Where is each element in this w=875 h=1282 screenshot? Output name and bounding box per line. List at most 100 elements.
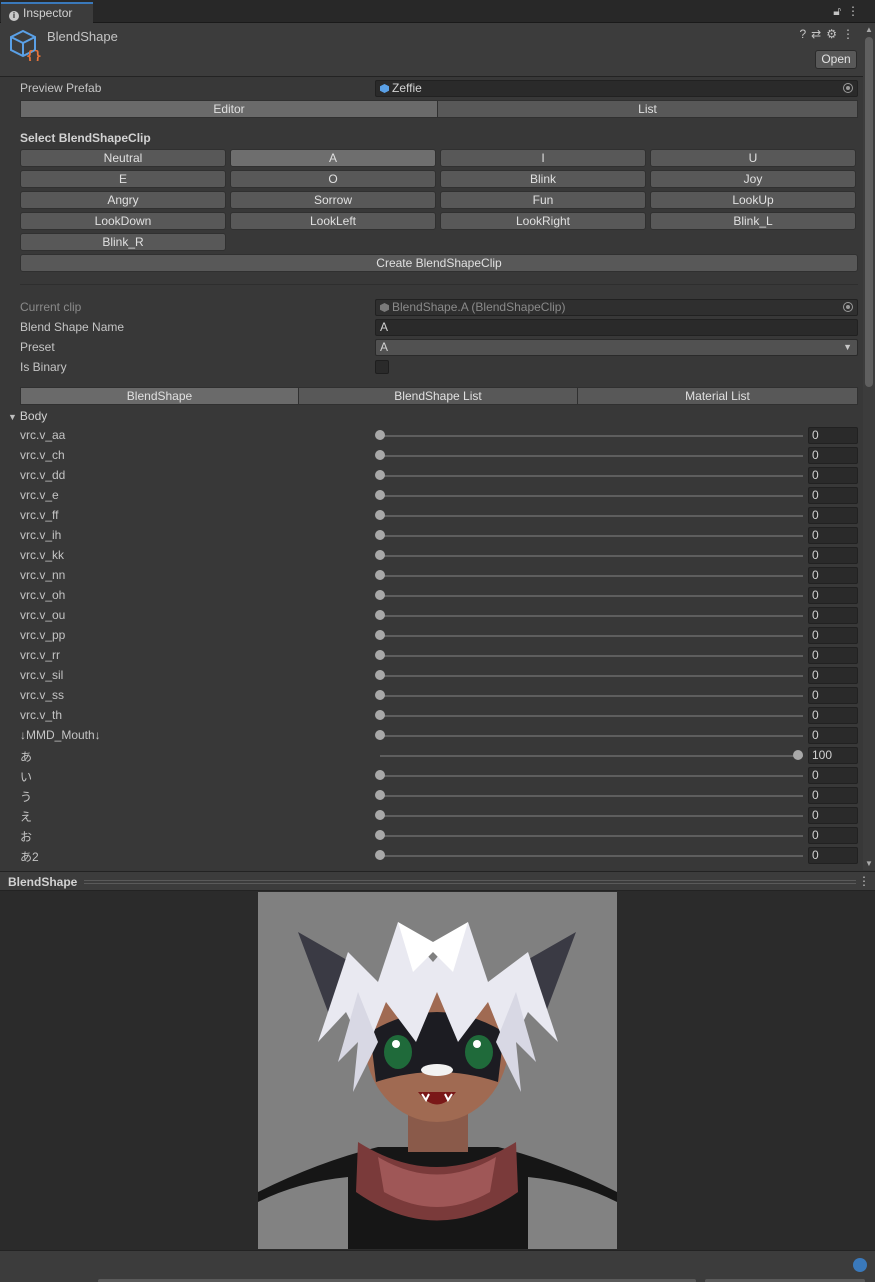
slider-knob[interactable] <box>375 830 385 840</box>
help-icon[interactable]: ? <box>799 27 811 41</box>
avatar-preview-image[interactable] <box>258 892 617 1249</box>
slider-knob[interactable] <box>375 610 385 620</box>
blendshape-value-input[interactable]: 0 <box>808 587 858 604</box>
kebab-menu-icon[interactable]: ⋮ <box>842 27 859 41</box>
slider-track[interactable] <box>380 435 803 437</box>
slider-track[interactable] <box>380 715 803 717</box>
slider-knob[interactable] <box>375 530 385 540</box>
clip-button-blink-r[interactable]: Blink_R <box>20 233 226 251</box>
blendshape-value-input[interactable]: 0 <box>808 627 858 644</box>
slider-track[interactable] <box>380 695 803 697</box>
tab-list[interactable]: List <box>437 100 858 118</box>
blendshape-value-input[interactable]: 0 <box>808 567 858 584</box>
slider-knob[interactable] <box>375 810 385 820</box>
scroll-thumb[interactable] <box>865 37 873 387</box>
tab-material-list[interactable]: Material List <box>577 387 858 405</box>
slider-knob[interactable] <box>375 450 385 460</box>
clip-button-lookup[interactable]: LookUp <box>650 191 856 209</box>
slider-knob[interactable] <box>375 430 385 440</box>
scroll-up-arrow-icon[interactable]: ▲ <box>865 25 873 34</box>
scroll-down-arrow-icon[interactable]: ▼ <box>865 859 873 868</box>
clip-button-o[interactable]: O <box>230 170 436 188</box>
slider-track[interactable] <box>380 595 803 597</box>
tab-blendshape-list[interactable]: BlendShape List <box>298 387 578 405</box>
slider-track[interactable] <box>380 575 803 577</box>
clip-button-i[interactable]: I <box>440 149 646 167</box>
asset-label-icon[interactable] <box>853 1258 867 1272</box>
preview-prefab-field[interactable]: Zeffie <box>375 80 858 97</box>
slider-track[interactable] <box>380 655 803 657</box>
blendshape-value-input[interactable]: 100 <box>808 747 858 764</box>
slider-knob[interactable] <box>793 750 803 760</box>
blendshape-value-input[interactable]: 0 <box>808 687 858 704</box>
blendshape-value-input[interactable]: 0 <box>808 827 858 844</box>
slider-track[interactable] <box>380 735 803 737</box>
tab-blendshape[interactable]: BlendShape <box>20 387 299 405</box>
blendshape-value-input[interactable]: 0 <box>808 507 858 524</box>
blendshape-value-input[interactable]: 0 <box>808 707 858 724</box>
slider-knob[interactable] <box>375 590 385 600</box>
slider-track[interactable] <box>380 795 803 797</box>
gear-icon[interactable]: ⚙ <box>826 27 842 41</box>
slider-knob[interactable] <box>375 550 385 560</box>
clip-button-lookleft[interactable]: LookLeft <box>230 212 436 230</box>
tab-inspector[interactable]: i Inspector <box>1 2 93 23</box>
slider-knob[interactable] <box>375 790 385 800</box>
slider-track[interactable] <box>380 515 803 517</box>
create-blendshape-clip-button[interactable]: Create BlendShapeClip <box>20 254 858 272</box>
slider-knob[interactable] <box>375 690 385 700</box>
slider-track[interactable] <box>380 775 803 777</box>
preset-sliders-icon[interactable]: ⇄ <box>811 27 826 41</box>
blendshape-value-input[interactable]: 0 <box>808 427 858 444</box>
clip-button-lookdown[interactable]: LookDown <box>20 212 226 230</box>
slider-knob[interactable] <box>375 490 385 500</box>
blendshape-value-input[interactable]: 0 <box>808 467 858 484</box>
blendshape-value-input[interactable]: 0 <box>808 527 858 544</box>
blend-shape-name-input[interactable]: A <box>375 319 858 336</box>
clip-button-blink[interactable]: Blink <box>440 170 646 188</box>
clip-button-u[interactable]: U <box>650 149 856 167</box>
slider-knob[interactable] <box>375 730 385 740</box>
blendshape-value-input[interactable]: 0 <box>808 847 858 864</box>
blendshape-value-input[interactable]: 0 <box>808 767 858 784</box>
blendshape-value-input[interactable]: 0 <box>808 667 858 684</box>
is-binary-checkbox[interactable] <box>375 360 389 374</box>
slider-knob[interactable] <box>375 630 385 640</box>
slider-track[interactable] <box>380 615 803 617</box>
slider-track[interactable] <box>380 675 803 677</box>
slider-track[interactable] <box>380 455 803 457</box>
slider-knob[interactable] <box>375 670 385 680</box>
clip-button-sorrow[interactable]: Sorrow <box>230 191 436 209</box>
clip-button-a[interactable]: A <box>230 149 436 167</box>
slider-track[interactable] <box>380 635 803 637</box>
blendshape-value-input[interactable]: 0 <box>808 607 858 624</box>
slider-track[interactable] <box>380 475 803 477</box>
slider-knob[interactable] <box>375 570 385 580</box>
slider-track[interactable] <box>380 495 803 497</box>
kebab-menu-icon[interactable]: ⋮ <box>858 874 870 888</box>
slider-track[interactable] <box>380 755 803 757</box>
slider-knob[interactable] <box>375 770 385 780</box>
preset-dropdown[interactable]: A ▼ <box>375 339 858 356</box>
inspector-scrollbar[interactable]: ▲ ▼ <box>863 23 875 870</box>
blendshape-value-input[interactable]: 0 <box>808 807 858 824</box>
slider-knob[interactable] <box>375 710 385 720</box>
blendshape-value-input[interactable]: 0 <box>808 787 858 804</box>
preview-resize-grip[interactable] <box>84 880 856 884</box>
clip-button-lookright[interactable]: LookRight <box>440 212 646 230</box>
lock-icon[interactable]: 🔓︎ <box>833 4 847 18</box>
slider-track[interactable] <box>380 815 803 817</box>
slider-knob[interactable] <box>375 850 385 860</box>
blendshape-value-input[interactable]: 0 <box>808 727 858 744</box>
slider-knob[interactable] <box>375 510 385 520</box>
slider-track[interactable] <box>380 555 803 557</box>
clip-button-joy[interactable]: Joy <box>650 170 856 188</box>
clip-button-fun[interactable]: Fun <box>440 191 646 209</box>
slider-track[interactable] <box>380 535 803 537</box>
blendshape-value-input[interactable]: 0 <box>808 547 858 564</box>
object-picker-icon[interactable] <box>843 83 853 93</box>
kebab-menu-icon[interactable]: ⋮ <box>847 4 865 18</box>
clip-button-angry[interactable]: Angry <box>20 191 226 209</box>
blendshape-value-input[interactable]: 0 <box>808 447 858 464</box>
clip-button-e[interactable]: E <box>20 170 226 188</box>
